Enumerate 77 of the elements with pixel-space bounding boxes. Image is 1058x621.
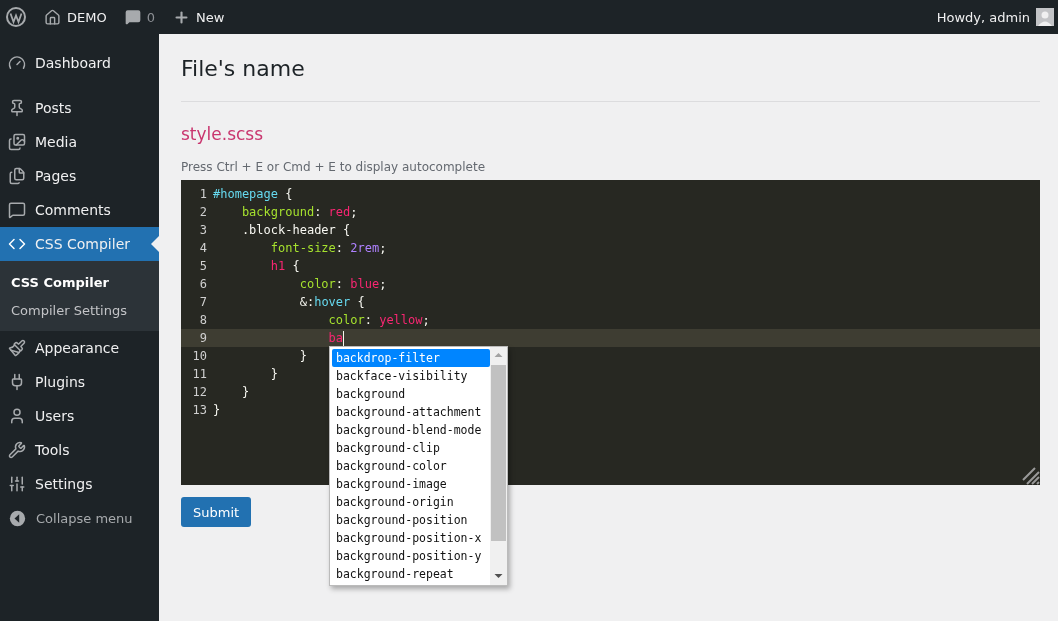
- line-number: 5: [198, 259, 208, 273]
- autocomplete-option[interactable]: background-color: [332, 457, 490, 475]
- code-line: h1 {: [269, 259, 300, 273]
- plus-icon: [172, 8, 190, 26]
- autocomplete-option[interactable]: background: [332, 385, 490, 403]
- autocomplete-option[interactable]: background-origin: [332, 493, 490, 511]
- code-line: }: [298, 349, 307, 363]
- logo-icon[interactable]: [6, 7, 26, 27]
- menu-item[interactable]: Media: [0, 125, 159, 159]
- wrench-icon: [8, 441, 26, 459]
- autocomplete-option[interactable]: background-image: [332, 475, 490, 493]
- autocomplete-option[interactable]: background-attachment: [332, 403, 490, 421]
- autocomplete-option[interactable]: background-clip: [332, 439, 490, 457]
- code-line: &:hover {: [298, 295, 365, 309]
- menu-item[interactable]: CSS Compiler: [0, 227, 159, 261]
- autocomplete-option[interactable]: backface-visibility: [332, 367, 490, 385]
- code-line: #homepage {: [213, 187, 293, 201]
- submenu-item[interactable]: Compiler Settings: [0, 296, 159, 324]
- user-icon: [8, 407, 26, 425]
- menu-item[interactable]: Settings: [0, 467, 159, 501]
- images-icon: [8, 133, 26, 151]
- code-line: color: blue;: [298, 277, 387, 291]
- hint-text: Press Ctrl + E or Cmd + E to display autocomplete: [181, 160, 487, 174]
- code-line: background: red;: [240, 205, 358, 219]
- autocomplete-option[interactable]: background-position-x: [332, 529, 490, 547]
- resize-handle-icon[interactable]: [1022, 467, 1040, 485]
- autocomplete-option[interactable]: background-repeat: [332, 565, 490, 583]
- code-line: }: [213, 403, 221, 417]
- speech-bubble-icon: [124, 9, 141, 25]
- line-number: 2: [198, 205, 208, 219]
- line-number: 10: [191, 349, 208, 363]
- line-number: 11: [191, 367, 208, 381]
- paintbrush-icon: [8, 339, 26, 357]
- line-number: 12: [191, 385, 208, 399]
- gauge-icon: [8, 54, 26, 72]
- greeting-link[interactable]: Howdy, admin: [936, 9, 1030, 25]
- collapse-icon: [9, 509, 26, 527]
- home-icon: [44, 8, 61, 26]
- autocomplete-option[interactable]: background-position-y: [332, 547, 490, 565]
- code-line: ba: [327, 330, 345, 346]
- code-line: color: yellow;: [327, 313, 430, 327]
- scrollbar[interactable]: [490, 347, 507, 585]
- code-line: }: [240, 385, 250, 399]
- menu-item[interactable]: Users: [0, 399, 159, 433]
- line-number: 3: [198, 223, 208, 237]
- line-number: 4: [198, 241, 208, 255]
- collapse-menu-button[interactable]: Collapse menu: [0, 501, 159, 535]
- menu-item[interactable]: Pages: [0, 159, 159, 193]
- menu-item[interactable]: Posts: [0, 91, 159, 125]
- menu-item[interactable]: Plugins: [0, 365, 159, 399]
- file-name: style.scss: [181, 124, 265, 144]
- line-number: 7: [198, 295, 208, 309]
- line-number: 13: [191, 403, 208, 417]
- comment-count[interactable]: 0: [146, 9, 155, 25]
- files-icon: [8, 167, 26, 185]
- menu-item[interactable]: Tools: [0, 433, 159, 467]
- autocomplete-option[interactable]: background-blend-mode: [332, 421, 490, 439]
- submit-button[interactable]: Submit: [181, 497, 252, 527]
- menu-item[interactable]: Comments: [0, 193, 159, 227]
- speech-bubble-icon: [8, 201, 26, 219]
- line-number: 8: [198, 313, 208, 327]
- sliders-icon: [8, 475, 26, 493]
- line-number: 9: [198, 331, 208, 345]
- menu-item[interactable]: Dashboard: [0, 46, 159, 80]
- autocomplete-option[interactable]: backdrop-filter: [332, 349, 490, 367]
- page-title: File's name: [181, 56, 1040, 102]
- code-line: font-size: 2rem;: [269, 241, 387, 255]
- code-line: .block-header {: [240, 223, 351, 237]
- menu-item[interactable]: Appearance: [0, 331, 159, 365]
- line-number: 1: [198, 187, 208, 201]
- pin-icon: [8, 99, 26, 117]
- autocomplete-option[interactable]: background-position: [332, 511, 490, 529]
- code-line: }: [269, 367, 279, 381]
- line-number: 6: [198, 277, 208, 291]
- submenu-item[interactable]: CSS Compiler: [0, 268, 159, 296]
- new-link[interactable]: New: [195, 9, 225, 25]
- site-name-link[interactable]: DEMO: [67, 9, 107, 25]
